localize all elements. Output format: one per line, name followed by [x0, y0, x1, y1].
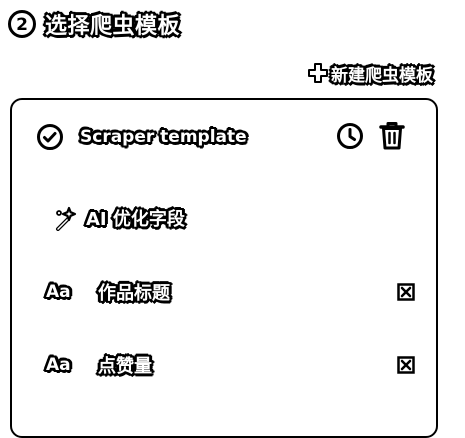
new-template-button[interactable]: 新建爬虫模板	[308, 60, 433, 86]
ai-optimize-label: AI 优化字段	[86, 209, 185, 230]
ai-optimize-button[interactable]: AI 优化字段	[52, 203, 185, 233]
field-row: Aa 点赞量	[46, 350, 152, 380]
page-title: 选择爬虫模板	[45, 14, 181, 39]
new-template-label: 新建爬虫模板	[331, 65, 433, 86]
field-label: 作品标题	[98, 283, 170, 304]
circled-number-icon: 2	[8, 10, 36, 38]
text-type-icon: Aa	[46, 282, 71, 302]
template-name: Scraper template	[80, 127, 247, 147]
sparkle-icon	[56, 206, 77, 231]
clock-icon[interactable]	[336, 122, 364, 150]
plus-icon	[308, 63, 328, 83]
check-circle-icon[interactable]	[36, 123, 64, 151]
step-heading: 2 选择爬虫模板	[7, 7, 180, 41]
close-box-icon[interactable]	[397, 356, 415, 374]
close-box-icon[interactable]	[397, 283, 415, 301]
text-type-icon: Aa	[46, 355, 71, 375]
field-row: Aa 作品标题	[46, 277, 170, 307]
step-number: 2	[16, 15, 28, 35]
trash-icon[interactable]	[379, 121, 405, 151]
template-select-row[interactable]: Scraper template	[36, 121, 247, 153]
field-label: 点赞量	[98, 356, 152, 377]
